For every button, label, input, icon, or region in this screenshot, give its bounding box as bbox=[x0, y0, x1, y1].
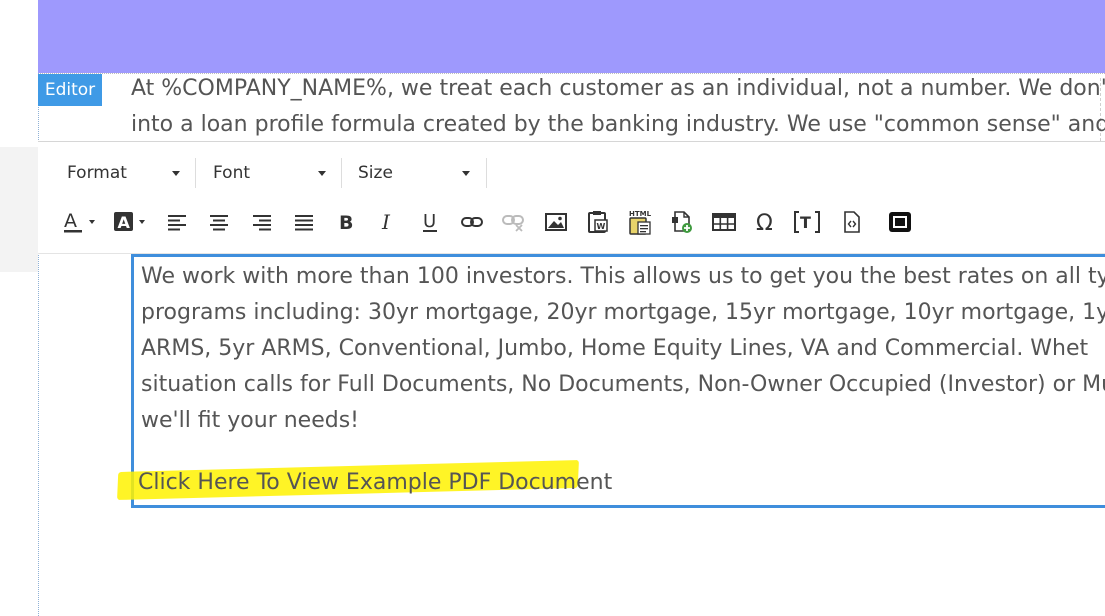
toolbar-separator bbox=[486, 158, 487, 188]
svg-text:I: I bbox=[381, 211, 391, 233]
image-button[interactable] bbox=[542, 208, 570, 236]
content-paragraph: We work with more than 100 investors. Th… bbox=[141, 259, 1105, 439]
toolbar-separator bbox=[195, 158, 196, 188]
unlink-icon bbox=[502, 215, 524, 232]
svg-text:U: U bbox=[423, 211, 436, 232]
editor-tag: Editor bbox=[38, 74, 102, 106]
text-field-icon: T bbox=[794, 211, 820, 233]
insert-text-field-button[interactable]: T bbox=[793, 208, 821, 236]
svg-text:T: T bbox=[800, 213, 811, 232]
align-right-icon bbox=[253, 215, 271, 231]
link-button[interactable] bbox=[458, 208, 486, 236]
table-icon bbox=[712, 213, 736, 231]
justify-icon bbox=[295, 215, 313, 231]
background-color-icon: A bbox=[114, 212, 145, 232]
paste-html-button[interactable]: HTML bbox=[626, 208, 654, 236]
content-line: We work with more than 100 investors. Th… bbox=[141, 264, 1105, 289]
align-left-button[interactable] bbox=[163, 208, 191, 236]
paste-html-icon: HTML bbox=[629, 210, 652, 235]
justify-button[interactable] bbox=[290, 208, 318, 236]
chevron-down-icon bbox=[462, 171, 470, 176]
fullscreen-icon bbox=[889, 212, 911, 232]
pdf-document-link[interactable]: Click Here To View Example PDF Document bbox=[138, 470, 612, 495]
content-line: programs including: 30yr mortgage, 20yr … bbox=[141, 300, 1105, 325]
intro-text-line-1[interactable]: At %COMPANY_NAME%, we treat each custome… bbox=[131, 76, 1105, 101]
svg-text:B: B bbox=[339, 212, 353, 233]
italic-button[interactable]: I bbox=[373, 208, 401, 236]
align-left-icon bbox=[168, 215, 186, 231]
underline-icon: U bbox=[423, 211, 437, 232]
source-code-icon bbox=[844, 211, 860, 233]
text-color-button[interactable]: A bbox=[60, 208, 100, 236]
source-code-button[interactable] bbox=[838, 208, 866, 236]
side-panel bbox=[0, 147, 38, 272]
omega-icon: Ω bbox=[756, 211, 773, 234]
size-dropdown[interactable]: Size bbox=[358, 158, 478, 188]
font-dropdown-label: Font bbox=[213, 163, 251, 183]
table-button[interactable] bbox=[710, 208, 738, 236]
format-dropdown-label: Format bbox=[67, 163, 127, 183]
content-line: ARMS, 5yr ARMS, Conventional, Jumbo, Hom… bbox=[141, 336, 1089, 361]
fullscreen-button[interactable] bbox=[886, 208, 914, 236]
chevron-down-icon bbox=[172, 171, 180, 176]
text-color-icon: A bbox=[64, 210, 95, 233]
align-center-button[interactable] bbox=[205, 208, 233, 236]
content-line: situation calls for Full Documents, No D… bbox=[141, 372, 1105, 397]
editor-region-top-border bbox=[38, 73, 1105, 74]
intro-text-line-2[interactable]: into a loan profile formula created by t… bbox=[131, 112, 1105, 137]
toolbar-separator bbox=[341, 158, 342, 188]
svg-text:A: A bbox=[64, 210, 77, 232]
background-color-button[interactable]: A bbox=[110, 208, 150, 236]
svg-text:W: W bbox=[597, 222, 606, 231]
italic-icon: I bbox=[381, 211, 391, 233]
format-dropdown[interactable]: Format bbox=[67, 158, 187, 188]
chevron-down-icon bbox=[318, 171, 326, 176]
insert-template-button[interactable] bbox=[668, 208, 696, 236]
bold-icon: B bbox=[339, 212, 353, 233]
bold-button[interactable]: B bbox=[332, 208, 360, 236]
svg-text:HTML: HTML bbox=[629, 210, 652, 218]
underline-button[interactable]: U bbox=[416, 208, 444, 236]
insert-template-icon bbox=[672, 211, 692, 233]
align-center-icon bbox=[210, 215, 228, 231]
paste-from-word-button[interactable]: W bbox=[584, 208, 612, 236]
link-icon bbox=[461, 217, 483, 227]
special-character-button[interactable]: Ω bbox=[753, 208, 781, 236]
align-right-button[interactable] bbox=[248, 208, 276, 236]
page-header-bar bbox=[38, 0, 1105, 73]
font-dropdown[interactable]: Font bbox=[213, 158, 333, 188]
svg-text:Ω: Ω bbox=[756, 211, 773, 234]
unlink-button[interactable] bbox=[500, 208, 528, 236]
svg-text:A: A bbox=[118, 213, 131, 232]
paste-from-word-icon: W bbox=[588, 211, 608, 233]
editor-toolbar: Format Font Size A A B I U W HTML Ω T bbox=[38, 141, 1105, 254]
content-line: we'll fit your needs! bbox=[141, 408, 359, 433]
size-dropdown-label: Size bbox=[358, 163, 393, 183]
image-icon bbox=[545, 213, 567, 231]
